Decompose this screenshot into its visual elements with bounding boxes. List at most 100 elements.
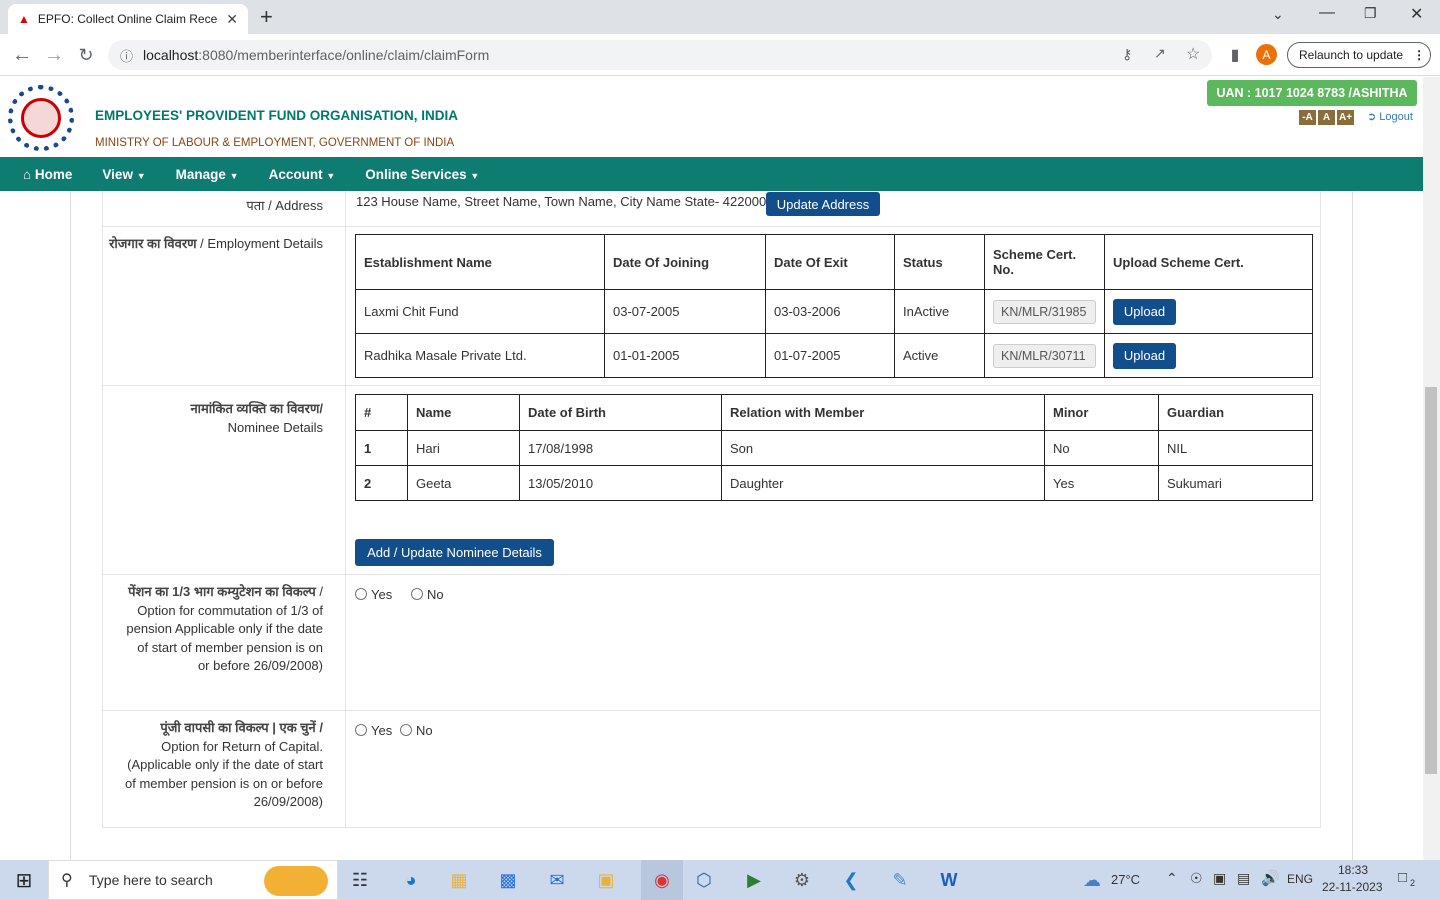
key-icon[interactable]: ⚷ [1122, 46, 1132, 63]
update-address-button[interactable]: Update Address [766, 192, 880, 216]
search-placeholder: Type here to search [89, 872, 213, 888]
employment-label-en: / Employment Details [200, 236, 323, 251]
url-host: localhost [143, 47, 199, 63]
windows-start-icon[interactable]: ⊞ [10, 866, 38, 894]
store-icon[interactable]: ▩ [494, 866, 522, 894]
vertical-scrollbar[interactable] [1423, 77, 1440, 860]
return-capital-no-option[interactable]: No [400, 723, 433, 738]
reload-icon[interactable]: ↻ [72, 41, 100, 69]
network-app-icon[interactable]: ⚙ [788, 866, 816, 894]
notification-count: 2 [1410, 878, 1416, 888]
close-window-icon[interactable]: ✕ [1410, 4, 1423, 24]
upload-button[interactable]: Upload [1113, 298, 1176, 325]
establishment-name: Laxmi Chit Fund [355, 289, 605, 334]
table-row: Laxmi Chit Fund 03-07-2005 03-03-2006 In… [355, 289, 1313, 334]
return-capital-label-hi: पूंजी वापसी का विकल्प | एक चुनें / [160, 720, 323, 735]
new-tab-button[interactable]: + [260, 4, 273, 30]
volume-icon[interactable]: 🔊 [1261, 869, 1280, 887]
radio-no[interactable] [411, 588, 423, 600]
clock-date[interactable]: 22-11-2023 [1322, 880, 1383, 894]
employment-table: Establishment Name Date Of Joining Date … [355, 234, 1313, 378]
bookmark-star-icon[interactable]: ☆ [1186, 44, 1200, 64]
commutation-yes-option[interactable]: Yes [355, 587, 392, 602]
employment-label: रोजगार का विवरण / Employment Details [103, 227, 346, 385]
add-update-nominee-button[interactable]: Add / Update Nominee Details [355, 539, 554, 566]
col-scheme-cert: Scheme Cert. No. [984, 234, 1105, 290]
share-icon[interactable]: ↗ [1154, 45, 1166, 62]
nominee-dob: 13/05/2010 [519, 465, 722, 501]
tray-chevron-icon[interactable]: ⌃ [1166, 870, 1178, 887]
caret-down-icon: ▼ [470, 170, 480, 181]
taskbar-search-box[interactable]: ⚲ Type here to search [48, 860, 338, 900]
nav-view[interactable]: View ▼ [87, 167, 160, 182]
language-indicator[interactable]: ENG [1287, 872, 1313, 886]
task-view-icon[interactable]: ☷ [346, 866, 374, 894]
scrollbar-thumb[interactable] [1425, 387, 1437, 774]
main-navbar: ⌂ Home View ▼ Manage ▼ Account ▼ Online … [0, 157, 1423, 191]
uan-badge: UAN : 1017 1024 8783 /ASHITHA [1207, 80, 1417, 106]
font-increase-button[interactable]: A+ [1337, 110, 1354, 125]
upload-cell: Upload [1104, 333, 1313, 378]
address-label: पता / Address [103, 191, 346, 226]
radio-yes[interactable] [355, 724, 367, 736]
nav-account[interactable]: Account ▼ [254, 167, 351, 182]
vscode-icon[interactable]: ❮ [837, 866, 865, 894]
menu-kebab-icon[interactable]: ⋮ [1413, 48, 1425, 62]
tab-search-chevron-icon[interactable]: ⌄ [1272, 6, 1284, 23]
folder-icon[interactable]: ▣ [592, 866, 620, 894]
browser-tab[interactable]: ▲ EPFO: Collect Online Claim Rece ✕ [8, 4, 248, 34]
forward-arrow-icon[interactable]: → [40, 41, 68, 69]
font-decrease-button[interactable]: -A [1299, 110, 1316, 125]
nominee-name: Hari [407, 430, 520, 466]
edge-icon[interactable]: ◕ [397, 866, 425, 894]
url-path: :8080/memberinterface/online/claim/claim… [198, 47, 490, 63]
doj: 03-07-2005 [604, 289, 766, 334]
nominee-label: नामांकित व्यक्ति का विवरण/Nominee Detail… [103, 386, 346, 574]
radio-yes[interactable] [355, 588, 367, 600]
return-capital-label-en: Option for Return of Capital. [161, 738, 323, 754]
return-capital-note: (Applicable only if the date of start of… [125, 757, 323, 809]
nominee-dob: 17/08/1998 [519, 430, 722, 466]
file-explorer-icon[interactable]: ▦ [445, 866, 473, 894]
nav-manage[interactable]: Manage ▼ [161, 167, 254, 182]
font-normal-button[interactable]: A [1318, 110, 1335, 125]
relaunch-button[interactable]: Relaunch to update ⋮ [1287, 42, 1431, 68]
word-icon[interactable]: W [935, 866, 963, 894]
network-icon[interactable]: ▤ [1237, 870, 1250, 887]
upload-button[interactable]: Upload [1113, 342, 1176, 369]
radio-no[interactable] [400, 724, 412, 736]
chrome-icon[interactable]: ◉ [641, 860, 683, 900]
nav-home[interactable]: ⌂ Home [0, 167, 87, 182]
media-app-icon[interactable]: ▶ [740, 866, 768, 894]
caret-down-icon: ▼ [326, 170, 336, 181]
close-tab-icon[interactable]: ✕ [226, 11, 238, 28]
col-doe: Date Of Exit [765, 234, 895, 290]
commutation-no-option[interactable]: No [411, 587, 444, 602]
screen-icon[interactable]: ▣ [1213, 870, 1226, 887]
restore-icon[interactable]: ❐ [1364, 5, 1377, 22]
virtualbox-icon[interactable]: ⬡ [690, 866, 718, 894]
nominee-label-hi: नामांकित व्यक्ति का विवरण/ [190, 401, 323, 416]
nav-online-services[interactable]: Online Services ▼ [350, 167, 494, 182]
scheme-cert-input[interactable]: KN/MLR/31985 [993, 299, 1096, 324]
clock-time[interactable]: 18:33 [1338, 863, 1368, 877]
temperature-text[interactable]: 27°C [1111, 872, 1140, 887]
site-info-icon[interactable]: ⓘ [120, 46, 133, 65]
notepad-icon[interactable]: ✎ [886, 866, 914, 894]
nominee-number: 2 [355, 465, 408, 501]
weather-cloud-icon[interactable]: ☁ [1078, 866, 1106, 894]
windows-taskbar: ⊞ ⚲ Type here to search ☷ ◕ ▦ ▩ ✉ ▣ ◉ ⬡ … [0, 860, 1440, 900]
notifications-icon[interactable]: □ [1398, 869, 1407, 886]
col-status: Status [894, 234, 985, 290]
meet-icon[interactable]: ☉ [1190, 870, 1203, 887]
minimize-icon[interactable]: — [1319, 4, 1335, 22]
profile-avatar[interactable]: A [1256, 44, 1277, 65]
scheme-cert-input[interactable]: KN/MLR/30711 [993, 343, 1096, 368]
favicon-hat-icon: ▲ [18, 12, 30, 26]
logout-link[interactable]: ➲ Logout [1367, 110, 1413, 123]
return-capital-yes-option[interactable]: Yes [355, 723, 392, 738]
side-panel-icon[interactable]: ▮ [1221, 41, 1249, 69]
back-arrow-icon[interactable]: ← [8, 41, 36, 69]
address-bar[interactable]: ⓘ localhost:8080/memberinterface/online/… [108, 40, 1212, 70]
mail-icon[interactable]: ✉ [543, 866, 571, 894]
